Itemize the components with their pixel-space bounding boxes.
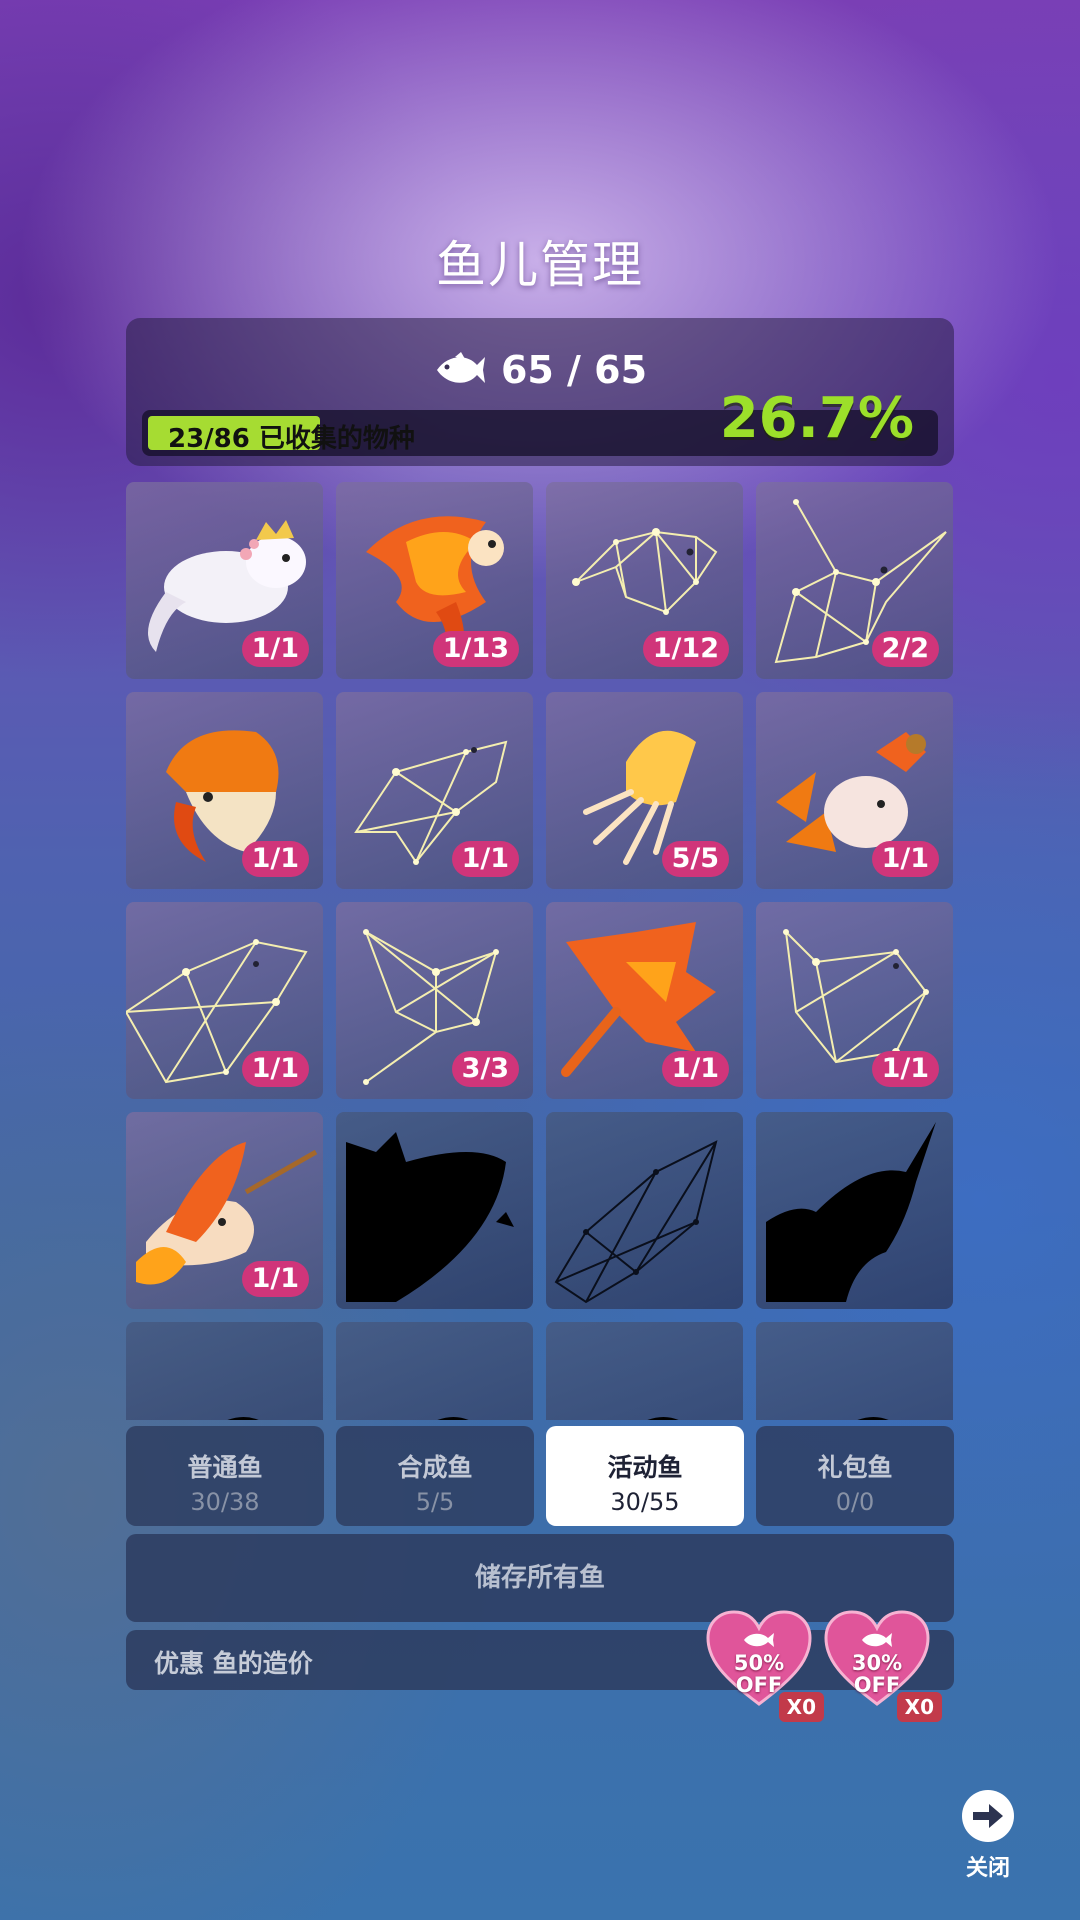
coupon-quantity: X0 bbox=[778, 1692, 824, 1722]
fish-count-value: 65 / 65 bbox=[500, 348, 648, 392]
fish-card[interactable]: 1/1 bbox=[126, 902, 323, 1099]
tab-count: 30/38 bbox=[190, 1488, 260, 1516]
tab-event-fish[interactable]: 活动鱼 30/55 bbox=[546, 1426, 744, 1526]
locked-fish-silhouette-icon bbox=[647, 1417, 679, 1420]
tab-count: 30/55 bbox=[610, 1488, 680, 1516]
fish-count-badge: 1/1 bbox=[661, 1051, 729, 1087]
tab-pack-fish[interactable]: 礼包鱼 0/0 bbox=[756, 1426, 954, 1526]
fish-count-badge: 1/1 bbox=[241, 631, 309, 667]
close-button[interactable]: 关闭 bbox=[958, 1790, 1018, 1882]
tab-count: 0/0 bbox=[835, 1488, 875, 1516]
fish-card[interactable]: 1/12 bbox=[546, 482, 743, 679]
coupon-percent: 30% OFF bbox=[851, 1651, 903, 1697]
fish-count-badge: 1/1 bbox=[451, 841, 519, 877]
tab-label: 普通鱼 bbox=[187, 1453, 263, 1482]
page-title: 鱼儿管理 bbox=[436, 236, 644, 294]
locked-unicorn-silhouette-icon bbox=[766, 1122, 936, 1302]
fish-card[interactable]: 2/2 bbox=[756, 482, 953, 679]
fish-count-badge: 3/3 bbox=[451, 1051, 519, 1087]
fish-card[interactable] bbox=[126, 1322, 323, 1420]
fish-count-badge: 1/1 bbox=[871, 1051, 939, 1087]
fish-card[interactable]: 3/3 bbox=[336, 902, 533, 1099]
fish-count-badge: 1/1 bbox=[241, 1261, 309, 1297]
category-tabs: 普通鱼 30/38 合成鱼 5/5 活动鱼 30/55 礼包鱼 0/0 bbox=[126, 1426, 954, 1526]
locked-fish-silhouette-icon bbox=[857, 1417, 889, 1420]
close-label: 关闭 bbox=[965, 1856, 1010, 1881]
fish-card[interactable] bbox=[546, 1112, 743, 1309]
fish-card[interactable]: 1/1 bbox=[546, 902, 743, 1099]
tab-label: 礼包鱼 bbox=[817, 1453, 893, 1482]
collection-progress-label: 23/86 已收集的物种 bbox=[168, 424, 415, 454]
fish-card[interactable]: 1/1 bbox=[126, 1112, 323, 1309]
fish-card[interactable]: 1/1 bbox=[336, 692, 533, 889]
tab-count: 5/5 bbox=[415, 1488, 455, 1516]
tab-label: 活动鱼 bbox=[607, 1453, 683, 1482]
fish-icon bbox=[436, 352, 485, 383]
fish-card[interactable]: 1/1 bbox=[756, 902, 953, 1099]
locked-whale-silhouette-icon bbox=[346, 1132, 514, 1302]
fish-card[interactable]: 1/13 bbox=[336, 482, 533, 679]
tab-label: 合成鱼 bbox=[397, 1453, 473, 1482]
collection-stats-panel: 65 / 65 23/86 已收集的物种 26.7% bbox=[126, 318, 954, 466]
fish-card[interactable] bbox=[336, 1112, 533, 1309]
coupon-percent: 50% OFF bbox=[733, 1651, 785, 1697]
collection-percent: 26.7% bbox=[719, 386, 914, 451]
fish-card[interactable] bbox=[336, 1322, 533, 1420]
tab-normal-fish[interactable]: 普通鱼 30/38 bbox=[126, 1426, 324, 1526]
fish-count-badge: 1/12 bbox=[642, 631, 729, 667]
fish-count-badge: 5/5 bbox=[661, 841, 729, 877]
fish-card[interactable] bbox=[756, 1322, 953, 1420]
fish-count-badge: 1/1 bbox=[871, 841, 939, 877]
fish-count-badge: 1/13 bbox=[432, 631, 519, 667]
fish-count-badge: 1/1 bbox=[241, 1051, 309, 1087]
locked-fish-silhouette-icon bbox=[227, 1417, 259, 1420]
fish-count-badge: 1/1 bbox=[241, 841, 309, 877]
coupon-50-off[interactable]: 50% OFF X0 bbox=[704, 1608, 824, 1722]
tab-synth-fish[interactable]: 合成鱼 5/5 bbox=[336, 1426, 534, 1526]
discount-label: 优惠 鱼的造价 bbox=[154, 1649, 313, 1678]
fish-card[interactable]: 5/5 bbox=[546, 692, 743, 889]
fish-card[interactable]: 1/1 bbox=[756, 692, 953, 889]
locked-wireframe-whale-icon bbox=[554, 1140, 718, 1304]
fish-card[interactable] bbox=[756, 1112, 953, 1309]
locked-fish-silhouette-icon bbox=[437, 1417, 469, 1420]
coupon-quantity: X0 bbox=[896, 1692, 942, 1722]
fish-card[interactable] bbox=[546, 1322, 743, 1420]
fish-card[interactable]: 1/1 bbox=[126, 482, 323, 679]
coupon-30-off[interactable]: 30% OFF X0 bbox=[822, 1608, 942, 1722]
arrow-right-icon bbox=[962, 1790, 1014, 1842]
fish-grid: 1/1 1/13 1/12 2/2 1/1 1/1 5/5 1/1 1/1 3/3 1/1 1/1 1/… bbox=[126, 482, 954, 1420]
fish-count-badge: 2/2 bbox=[871, 631, 939, 667]
fish-card[interactable]: 1/1 bbox=[126, 692, 323, 889]
